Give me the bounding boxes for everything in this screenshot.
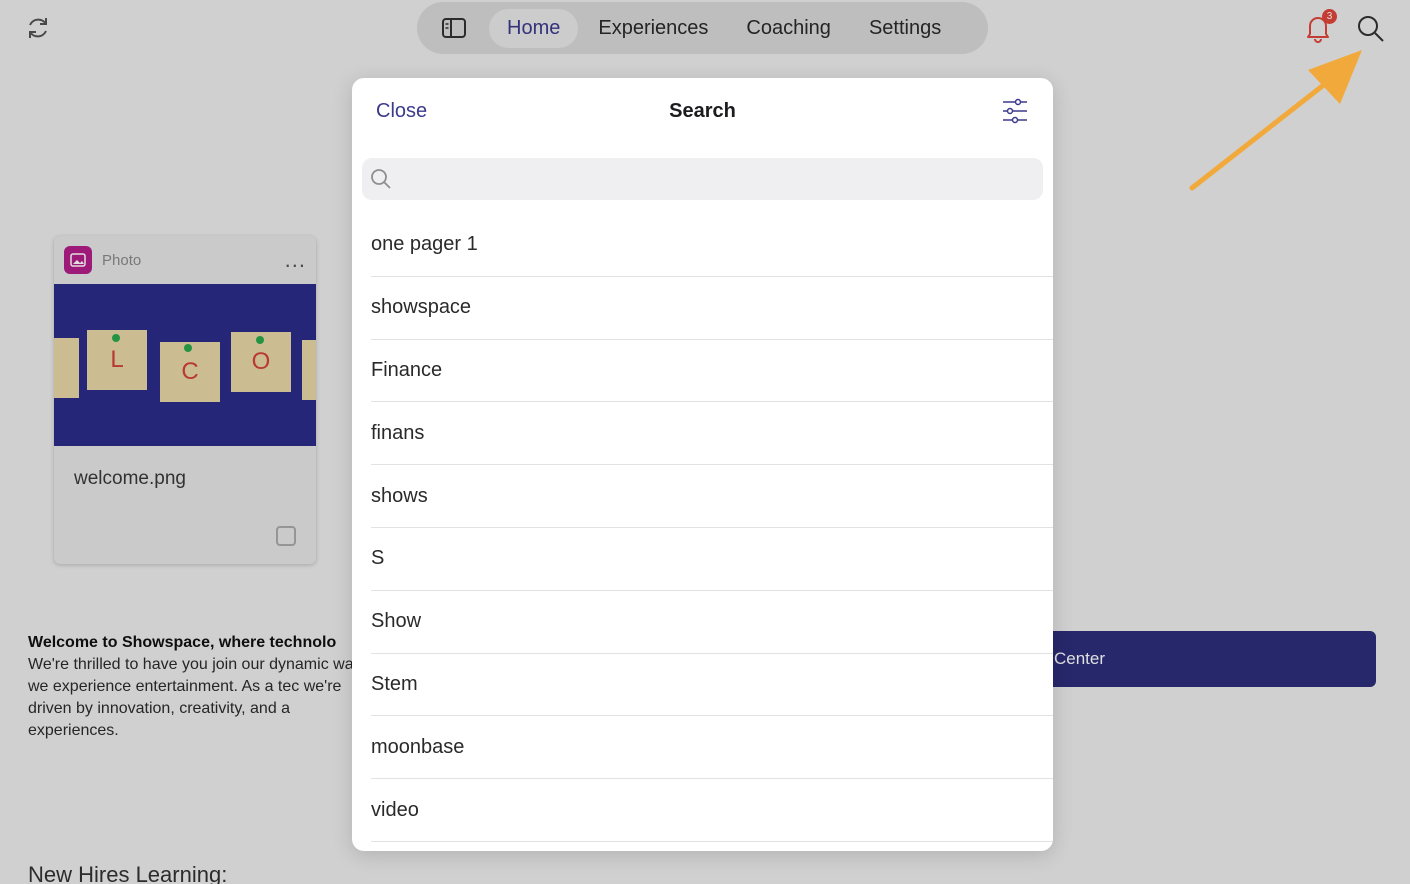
search-field[interactable] (362, 158, 1043, 200)
card-file-name: welcome.png (74, 468, 186, 489)
pin (112, 334, 120, 342)
card-select-checkbox[interactable] (276, 526, 296, 546)
search-icon (371, 169, 391, 189)
welcome-heading: Welcome to Showspace, where technolo (28, 634, 337, 651)
top-navigation: Home Experiences Coaching Settings (417, 2, 988, 54)
photo-icon (64, 246, 92, 274)
sidebar-toggle-icon[interactable] (439, 13, 469, 43)
card-type-label: Photo (102, 251, 142, 269)
pin (184, 344, 192, 352)
modal-title: Search (669, 100, 736, 122)
search-result-item[interactable]: Finance (371, 340, 1053, 403)
annotation-arrow-icon (1189, 50, 1362, 191)
search-result-item[interactable]: finans (371, 402, 1053, 466)
welcome-body: We're thrilled to have you join our dyna… (28, 656, 362, 739)
search-results-list: one pager 1 showspace Finance finans sho… (371, 214, 1053, 842)
sticky-note (54, 338, 79, 398)
tab-experiences[interactable]: Experiences (580, 9, 726, 48)
tab-settings[interactable]: Settings (851, 9, 959, 48)
search-result-item[interactable]: video (371, 779, 1053, 842)
notification-badge: 3 (1322, 9, 1337, 24)
sticky-note (302, 340, 316, 400)
help-center-button[interactable]: Center (1030, 631, 1376, 687)
refresh-icon[interactable] (24, 14, 52, 42)
search-modal: Close Search one pager 1 showspace Finan… (352, 78, 1053, 851)
welcome-text: Welcome to Showspace, where technolo We'… (28, 632, 368, 742)
search-input[interactable] (400, 168, 1020, 190)
search-result-item[interactable]: Show (371, 591, 1053, 654)
search-result-item[interactable]: S (371, 528, 1053, 591)
card-header: Photo ... (54, 236, 316, 284)
filter-icon[interactable] (1001, 96, 1029, 126)
modal-header: Close Search (352, 78, 1053, 154)
content-card[interactable]: Photo ... L C O welcome.png (54, 236, 316, 564)
tab-coaching[interactable]: Coaching (728, 9, 849, 48)
pin (256, 336, 264, 344)
search-result-item[interactable]: showspace (371, 277, 1053, 340)
tab-home[interactable]: Home (489, 8, 579, 48)
search-result-item[interactable]: Stem (371, 654, 1053, 717)
search-result-item[interactable]: shows (371, 465, 1053, 528)
card-thumbnail: L C O (54, 284, 316, 446)
more-options-icon[interactable]: ... (285, 249, 306, 271)
section-title: New Hires Learning: (28, 862, 228, 884)
search-result-item[interactable]: one pager 1 (371, 214, 1053, 277)
search-result-item[interactable]: moonbase (371, 716, 1053, 780)
